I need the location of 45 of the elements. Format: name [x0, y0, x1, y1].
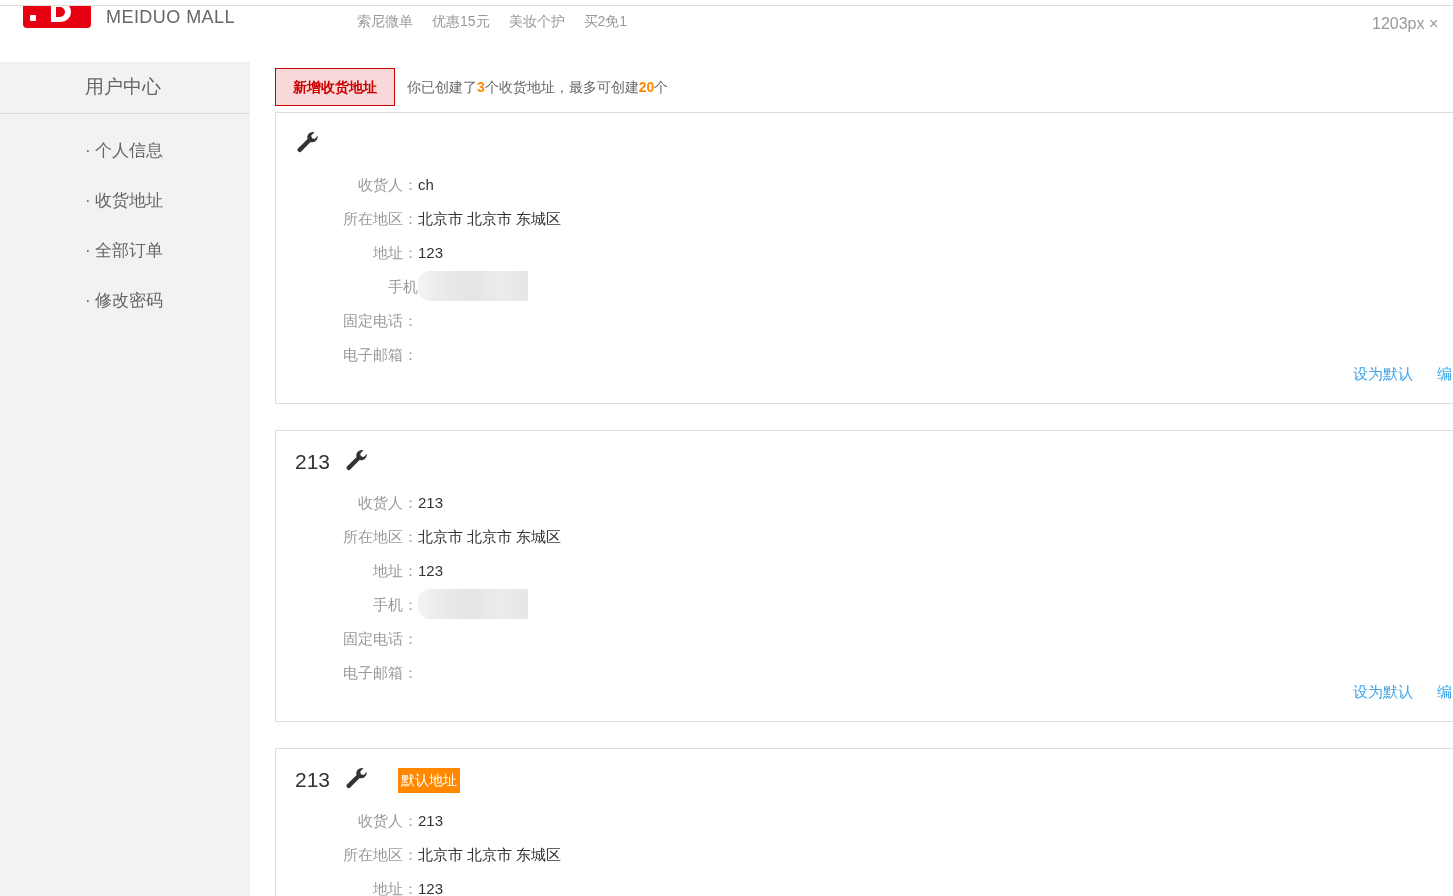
sidebar-item[interactable]: · 收货地址	[0, 176, 250, 226]
field-label: 地址：	[372, 244, 418, 260]
field-label: 所在地区：	[342, 528, 418, 544]
field-label: 手机：	[372, 596, 418, 612]
sidebar-item[interactable]: · 个人信息	[0, 126, 250, 176]
field-value: ch	[418, 176, 434, 192]
field-value: 123	[418, 880, 444, 896]
field-value: 123	[418, 562, 444, 578]
sidebar-item[interactable]: · 修改密码	[0, 276, 250, 326]
default-badge: 默认地址	[398, 767, 461, 793]
field-label: 收货人：	[357, 176, 418, 192]
field-label: 电子邮箱：	[342, 664, 418, 680]
field-value: 213	[418, 494, 444, 510]
action-link[interactable]: 编	[1437, 680, 1452, 703]
field-label: 收货人：	[357, 494, 418, 510]
field-value: 北京市 北京市 东城区	[418, 210, 562, 226]
brand-name: MEIDUO MALL	[106, 6, 235, 29]
field-value: 213	[418, 812, 444, 828]
action-link[interactable]: 编	[1437, 362, 1452, 385]
field-value: 北京市 北京市 东城区	[418, 528, 562, 544]
field-label: 固定电话：	[342, 630, 418, 646]
sidebar-title: 用户中心	[0, 62, 250, 114]
nav-link[interactable]: 优惠15元	[432, 11, 490, 32]
nav-link[interactable]: 买2免1	[583, 11, 628, 32]
field-label: 收货人：	[357, 812, 418, 828]
field-label: 地址：	[372, 562, 418, 578]
add-address-button[interactable]: 新增收货地址	[275, 68, 395, 106]
field-label: 手机	[387, 278, 418, 294]
field-value: 123	[418, 244, 444, 260]
sidebar-item[interactable]: · 全部订单	[0, 226, 250, 276]
address-title: 213	[295, 767, 331, 794]
logo-icon[interactable]	[23, 6, 91, 28]
nav-link[interactable]: 美妆个护	[508, 11, 565, 32]
action-link[interactable]: 设为默认	[1353, 362, 1413, 385]
action-link[interactable]: 设为默认	[1353, 680, 1413, 703]
field-label: 地址：	[372, 880, 418, 896]
field-label: 电子邮箱：	[342, 346, 418, 362]
field-value: 北京市 北京市 东城区	[418, 846, 562, 862]
field-label: 所在地区：	[342, 846, 418, 862]
size-hint: 1203px ×	[1372, 14, 1439, 34]
address-title: 213	[295, 449, 331, 476]
field-label: 所在地区：	[342, 210, 418, 226]
nav-link[interactable]: 索尼微单	[357, 11, 413, 32]
field-label: 固定电话：	[342, 312, 418, 328]
address-count-note: 你已创建了3个收货地址，最多可创建20个	[407, 77, 669, 97]
